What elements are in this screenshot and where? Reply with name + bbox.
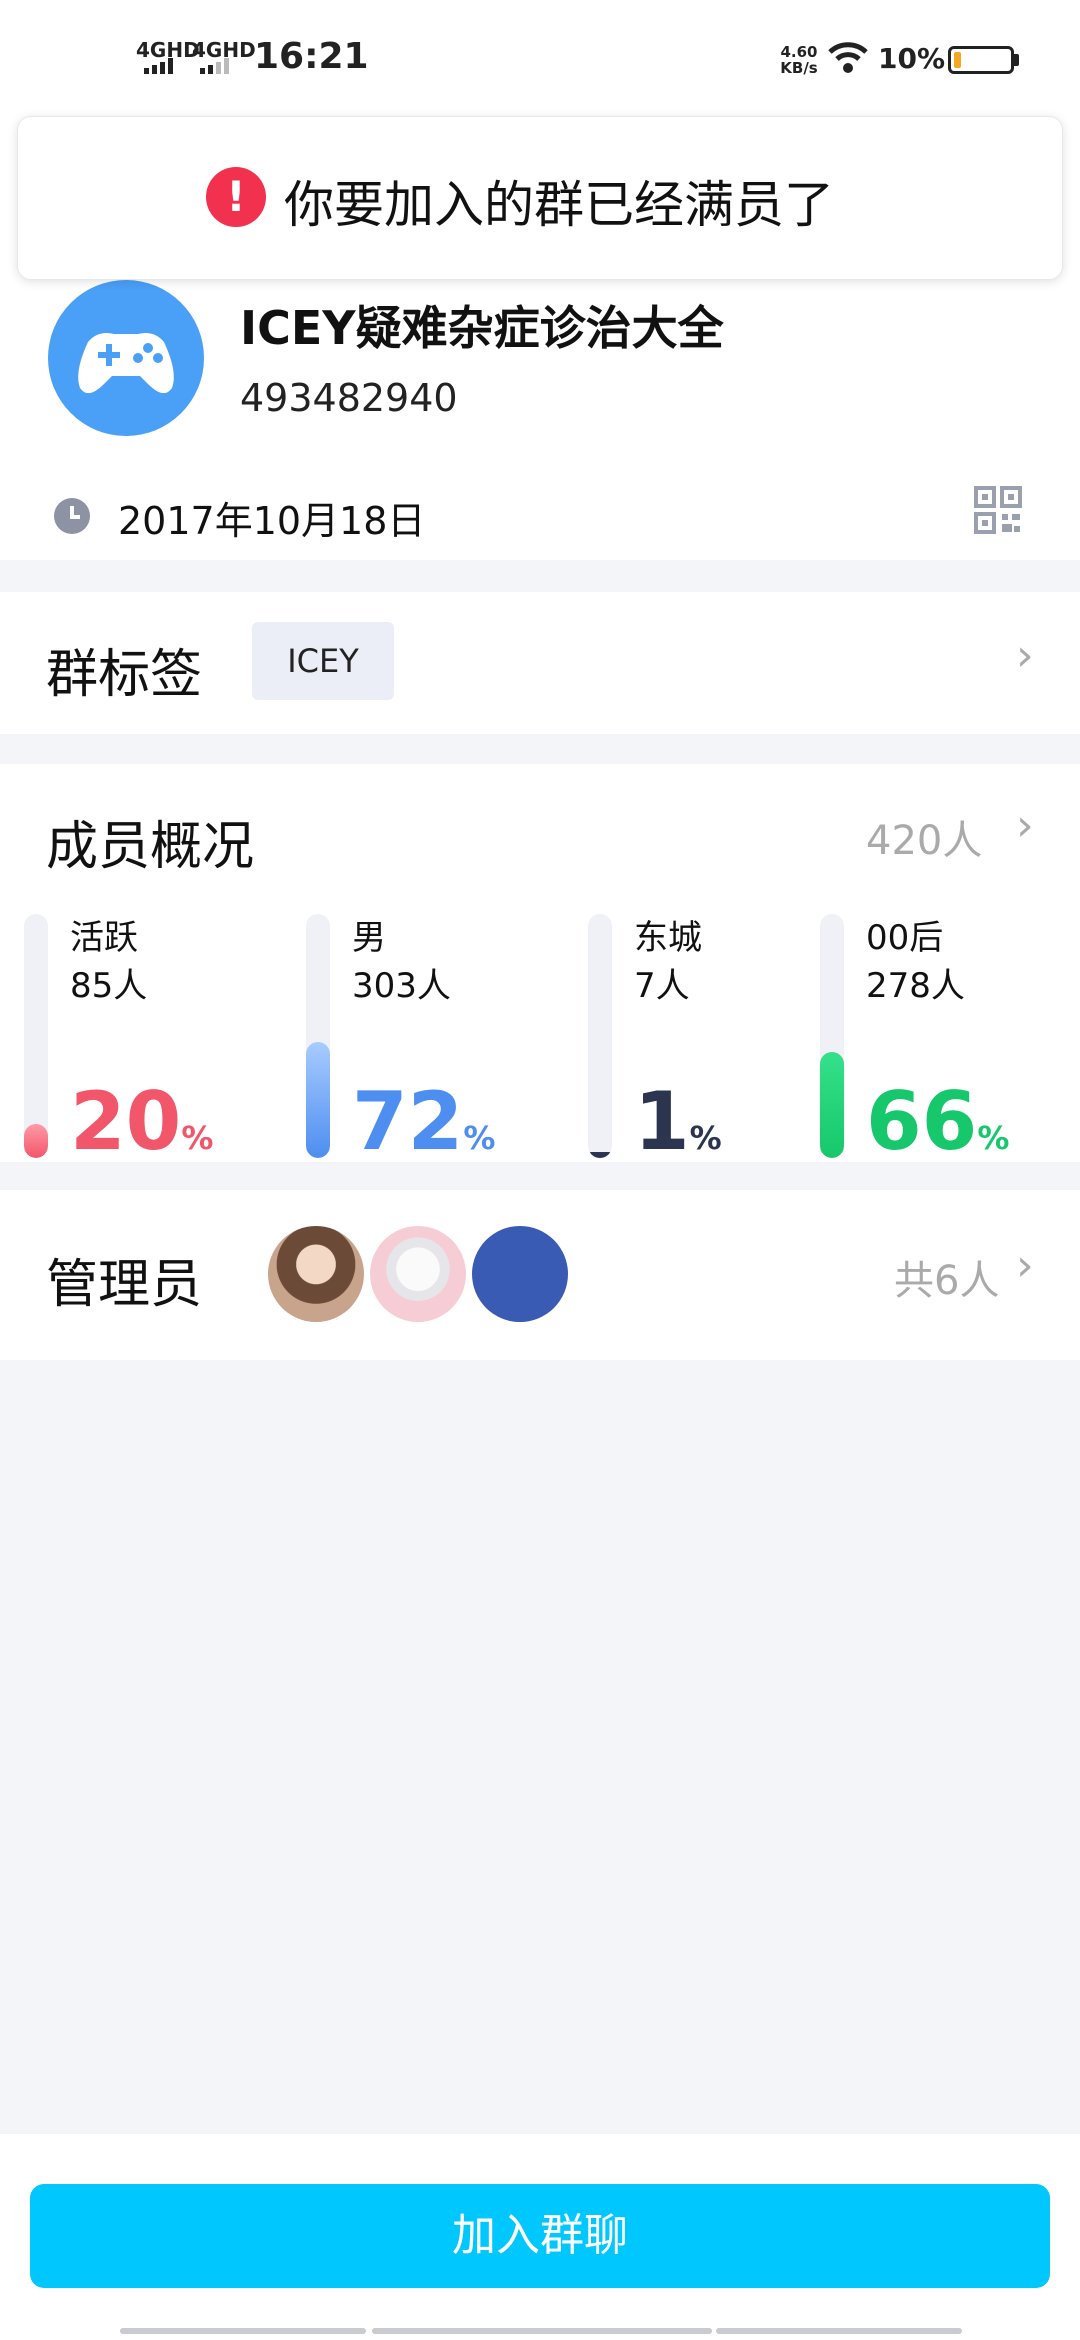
qr-code-icon[interactable] [974, 486, 1022, 538]
error-toast: ! 你要加入的群已经满员了 [17, 116, 1063, 280]
group-id: 493482940 [240, 376, 458, 420]
clock-icon [52, 496, 92, 540]
stat-active: 活跃 85人 20% [24, 914, 284, 1162]
stat-age: 00后 278人 66% [820, 914, 1070, 1162]
wifi-icon [828, 40, 868, 78]
stat-bar [588, 914, 612, 1158]
tags-label: 群标签 [46, 645, 203, 705]
member-total: 420人 [866, 818, 983, 864]
stat-name: 00后 [866, 918, 944, 958]
battery-tip [1014, 54, 1019, 66]
signal-2-icon [200, 58, 240, 78]
avatar[interactable] [268, 1226, 364, 1322]
status-bar: 4GHD 4GHD 16:21 4.60 KB/s 10% [0, 0, 1080, 110]
avatar[interactable] [370, 1226, 466, 1322]
stat-percent: 66% [866, 1075, 1010, 1168]
avatar[interactable] [472, 1226, 568, 1322]
net-speed-unit: KB/s [780, 59, 818, 77]
group-avatar[interactable] [48, 280, 204, 436]
stat-count: 303人 [352, 966, 451, 1006]
stat-percent: 72% [352, 1075, 496, 1168]
member-overview[interactable]: 成员概况 420人 › 活跃 85人 20% 男 303人 72% 东城 7人 … [0, 764, 1080, 1162]
chevron-right-icon: › [1016, 800, 1034, 851]
stat-bar [820, 914, 844, 1158]
chevron-right-icon: › [1016, 1240, 1034, 1291]
tag-chip[interactable]: ICEY [252, 622, 394, 700]
stat-bar [24, 914, 48, 1158]
stat-count: 278人 [866, 966, 965, 1006]
members-label: 成员概况 [46, 817, 255, 877]
created-date: 2017年10月18日 [118, 499, 426, 543]
net-speed: 4.60 KB/s [776, 44, 822, 76]
gamepad-icon [78, 333, 174, 394]
stat-bar [306, 914, 330, 1158]
nav-indicator [716, 2328, 962, 2334]
battery-percent: 10% [878, 42, 946, 75]
stat-percent: 1% [634, 1075, 722, 1168]
admin-total: 共6人 [894, 1258, 1000, 1304]
clock: 16:21 [254, 36, 369, 77]
admin-label: 管理员 [46, 1255, 203, 1315]
stat-bar-fill [24, 1124, 48, 1158]
join-group-button[interactable]: 加入群聊 [30, 2184, 1050, 2288]
stat-count: 7人 [634, 966, 690, 1006]
admin-row[interactable]: 管理员 共6人 › [0, 1190, 1080, 1360]
stat-name: 东城 [634, 918, 702, 958]
stat-male: 男 303人 72% [306, 914, 566, 1162]
battery-icon [948, 46, 1014, 74]
stat-bar-fill [306, 1042, 330, 1158]
nav-indicator [120, 2328, 366, 2334]
toast-message: 你要加入的群已经满员了 [284, 176, 834, 234]
group-tags-row[interactable]: 群标签 › [0, 592, 1080, 734]
stat-bar-fill [588, 1152, 612, 1158]
stat-bar-fill [820, 1052, 844, 1158]
stat-location: 东城 7人 1% [588, 914, 808, 1162]
signal-1-icon [144, 58, 184, 78]
stat-name: 男 [352, 918, 386, 958]
stat-percent: 20% [70, 1075, 214, 1168]
chevron-right-icon: › [1016, 630, 1034, 681]
group-name: ICEY疑难杂症诊治大全 [240, 301, 724, 355]
stat-name: 活跃 [70, 918, 138, 958]
error-icon: ! [206, 167, 266, 227]
stat-count: 85人 [70, 966, 148, 1006]
net-speed-value: 4.60 [780, 43, 818, 61]
nav-indicator [372, 2328, 712, 2334]
